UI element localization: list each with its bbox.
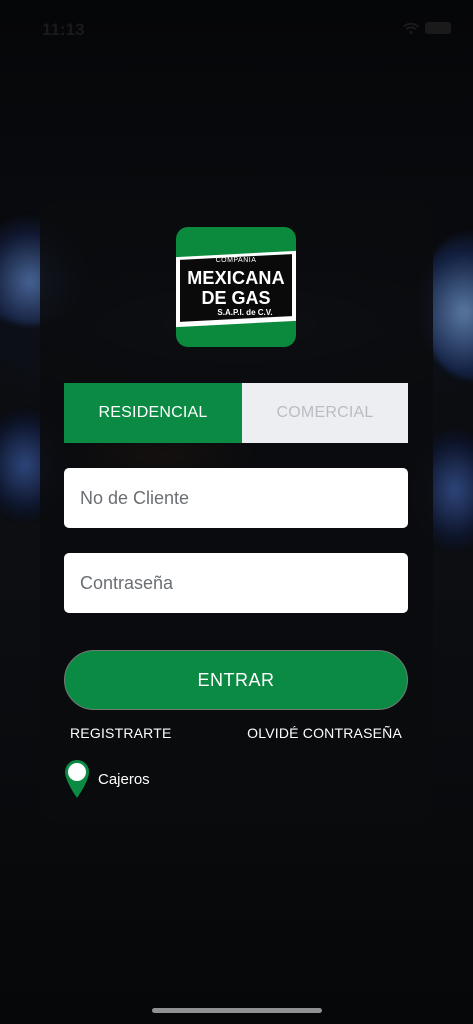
customer-type-tabs: RESIDENCIAL COMERCIAL (64, 383, 408, 443)
cajeros-label: Cajeros (98, 770, 150, 788)
status-icons (403, 22, 451, 35)
company-logo: COMPAÑIA MEXICANA DE GAS S.A.P.I. de C.V… (176, 227, 296, 347)
wifi-icon (403, 22, 419, 35)
tab-comercial[interactable]: COMERCIAL (242, 383, 408, 443)
logo-top-text: COMPAÑIA (215, 257, 257, 264)
map-pin-icon (64, 759, 90, 799)
logo-line2: DE GAS (201, 288, 271, 308)
logo-line3: S.A.P.I. de C.V. (217, 308, 273, 317)
logo-line1: MEXICANA (187, 268, 285, 288)
status-time: 11:13 (42, 20, 85, 39)
tab-residencial[interactable]: RESIDENCIAL (64, 383, 242, 443)
battery-icon (425, 22, 451, 34)
client-number-input[interactable] (64, 468, 408, 528)
forgot-password-link[interactable]: OLVIDÉ CONTRASEÑA (247, 725, 402, 741)
home-indicator[interactable] (152, 1008, 322, 1013)
cajeros-link[interactable]: Cajeros (64, 759, 150, 799)
password-input[interactable] (64, 553, 408, 613)
register-link[interactable]: REGISTRARTE (70, 725, 172, 741)
login-card: COMPAÑIA MEXICANA DE GAS S.A.P.I. de C.V… (40, 202, 433, 822)
login-screen: 11:13 COMPAÑIA MEXICANA DE GAS S.A.P.I. … (0, 0, 473, 1024)
status-bar: 11:13 (0, 0, 473, 60)
login-button[interactable]: ENTRAR (64, 650, 408, 710)
